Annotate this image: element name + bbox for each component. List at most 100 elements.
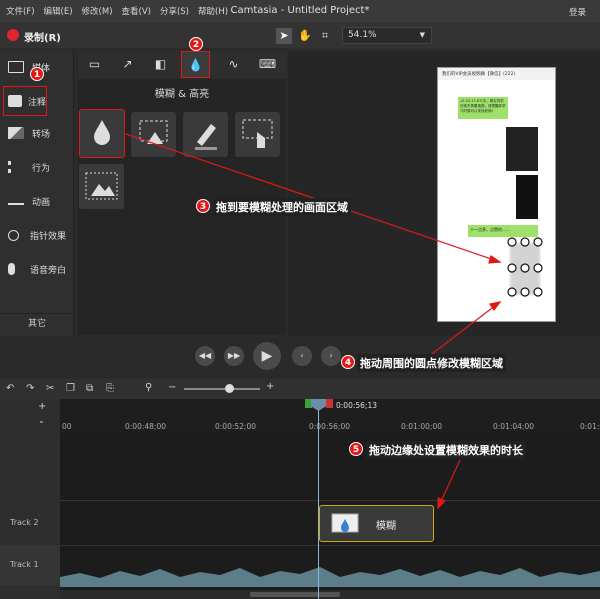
login-link[interactable]: 登录	[569, 6, 586, 18]
sidebar-item-label: 语音旁白	[30, 265, 67, 276]
step-back-icon[interactable]: ◀◀	[195, 346, 215, 366]
step-badge-5: 5	[349, 442, 363, 456]
copy-icon[interactable]: ❐	[66, 383, 75, 394]
spotlight-tile[interactable]	[131, 112, 176, 157]
collapse-icon[interactable]: ⌄	[38, 416, 45, 425]
pixelate-tile[interactable]	[79, 164, 124, 209]
cut-icon[interactable]: ✂	[46, 383, 54, 394]
track-divider	[60, 545, 600, 546]
previous-icon[interactable]: ‹	[292, 346, 312, 366]
sidebar-item-transitions[interactable]: 转场	[0, 118, 74, 148]
step-badge-4: 4	[341, 355, 355, 369]
track-divider	[60, 500, 600, 501]
tick-label: 0:01:00;00	[401, 422, 442, 431]
tab-arrows[interactable]: ↗	[113, 51, 142, 78]
track-2-label[interactable]: Track 2	[0, 503, 60, 543]
panel-title: 模糊 & 高亮	[154, 89, 210, 100]
zoom-value: 54.1%	[348, 30, 377, 40]
track-1-label[interactable]: Track 1	[0, 545, 60, 585]
scrollbar-thumb[interactable]	[250, 592, 340, 597]
callout-step-3: 拖到要模糊处理的画面区域	[213, 198, 351, 216]
highlight-tile[interactable]	[183, 112, 228, 157]
annotation-icon	[8, 95, 22, 107]
crop-tool-icon[interactable]: ⌗	[317, 28, 333, 44]
playhead-line	[318, 399, 319, 599]
tick-label: 0:01:04;00	[493, 422, 534, 431]
video-thumb	[506, 127, 538, 171]
record-icon[interactable]	[7, 29, 19, 41]
tick-label: 0:00:56;00	[309, 422, 350, 431]
sidebar-item-label: 转场	[32, 129, 51, 140]
highlight-pen-icon	[195, 124, 217, 150]
hand-pointer-icon	[242, 119, 273, 148]
undo-icon[interactable]: ↶	[6, 383, 14, 394]
step-badge-2: 2	[189, 37, 203, 51]
animation-icon	[8, 198, 24, 205]
slider-thumb[interactable]	[225, 384, 234, 393]
out-marker[interactable]	[326, 399, 333, 408]
record-button[interactable]: 录制(R)	[24, 29, 61, 44]
callout-step-5: 拖动边缘处设置模糊效果的时长	[366, 441, 526, 459]
paste-icon[interactable]: ⎘	[106, 383, 114, 394]
chat-header: 我们的VIP会员视频群【微信】(222)	[438, 68, 555, 80]
video-thumb	[516, 175, 538, 219]
cursor-effect-icon	[8, 229, 19, 241]
pan-tool-icon[interactable]: ✋	[297, 28, 313, 44]
tab-sketch[interactable]: ∿	[219, 51, 248, 78]
in-marker[interactable]	[305, 399, 312, 408]
spotlight-icon	[139, 120, 168, 144]
tab-callouts[interactable]: ▭	[80, 51, 109, 78]
add-track-icon[interactable]: +	[38, 401, 46, 412]
blur-drop-icon	[94, 120, 110, 145]
sidebar-more[interactable]: 其它	[0, 313, 74, 333]
tick-label: 0:00:48;00	[125, 422, 166, 431]
sidebar-item-cursor-effects[interactable]: 指针效果	[0, 220, 74, 250]
callout-icon: ▭	[88, 57, 101, 71]
audio-waveform	[60, 567, 600, 587]
clip-label: 模糊	[376, 521, 396, 532]
play-icon[interactable]: ▶	[253, 342, 281, 370]
playhead-time: 0:00:56;13	[336, 401, 377, 410]
chevron-down-icon: ▼	[419, 31, 425, 39]
blur-clip-icon	[331, 513, 359, 533]
keyboard-icon: ⌨	[258, 57, 277, 71]
sketch-icon: ∿	[228, 57, 239, 71]
transition-icon	[8, 127, 24, 139]
tick-label: 0:01:0	[580, 422, 600, 431]
pixelate-icon	[85, 172, 118, 200]
interactive-hotspot-tile[interactable]	[235, 112, 280, 157]
tab-shapes[interactable]: ◧	[146, 51, 175, 78]
behavior-icon	[8, 161, 24, 173]
sidebar-item-annotations[interactable]: 注释	[3, 86, 47, 116]
tick-label: 0:00:52;00	[215, 422, 256, 431]
sidebar-item-animations[interactable]: 动画	[0, 186, 74, 216]
window-title: Camtasia - Untitled Project*	[230, 5, 370, 16]
sidebar-item-label: 动画	[32, 197, 51, 208]
sidebar-item-label: 注释	[28, 97, 47, 108]
split-icon[interactable]: ⧉	[86, 383, 93, 394]
step-forward-icon[interactable]: ▶▶	[224, 346, 244, 366]
zoom-select[interactable]: 54.1% ▼	[342, 27, 432, 44]
blur-tile[interactable]	[79, 109, 125, 158]
sidebar-item-voice-narration[interactable]: 语音旁白	[0, 254, 74, 284]
step-badge-3: 3	[196, 199, 210, 213]
tab-keystroke[interactable]: ⌨	[253, 51, 282, 78]
sidebar-item-label: 行为	[32, 163, 51, 174]
next-icon[interactable]: ›	[321, 346, 341, 366]
chat-message: 12.23.17:07(中，搞五同学分别不再看视频，请提醒你学习时候可以来找老师…	[458, 97, 508, 119]
select-tool-icon[interactable]: ➤	[276, 28, 292, 44]
zoom-in-icon[interactable]: +	[266, 381, 274, 392]
tick-label: 00	[62, 422, 72, 431]
arrow-icon: ↗	[122, 57, 133, 71]
callout-step-4: 拖动周围的圆点修改模糊区域	[357, 354, 506, 372]
sidebar-item-behaviors[interactable]: 行为	[0, 152, 74, 182]
timeline-zoom-slider[interactable]	[184, 388, 260, 390]
microphone-icon	[8, 263, 15, 275]
step-badge-1: 1	[30, 67, 44, 81]
shape-icon: ◧	[154, 57, 167, 71]
search-icon[interactable]: ⚲	[145, 382, 152, 393]
blur-handles[interactable]	[500, 232, 555, 302]
tab-blur-highlight[interactable]: 💧	[181, 51, 210, 78]
redo-icon[interactable]: ↷	[26, 383, 34, 394]
zoom-out-icon[interactable]: −	[168, 382, 176, 393]
